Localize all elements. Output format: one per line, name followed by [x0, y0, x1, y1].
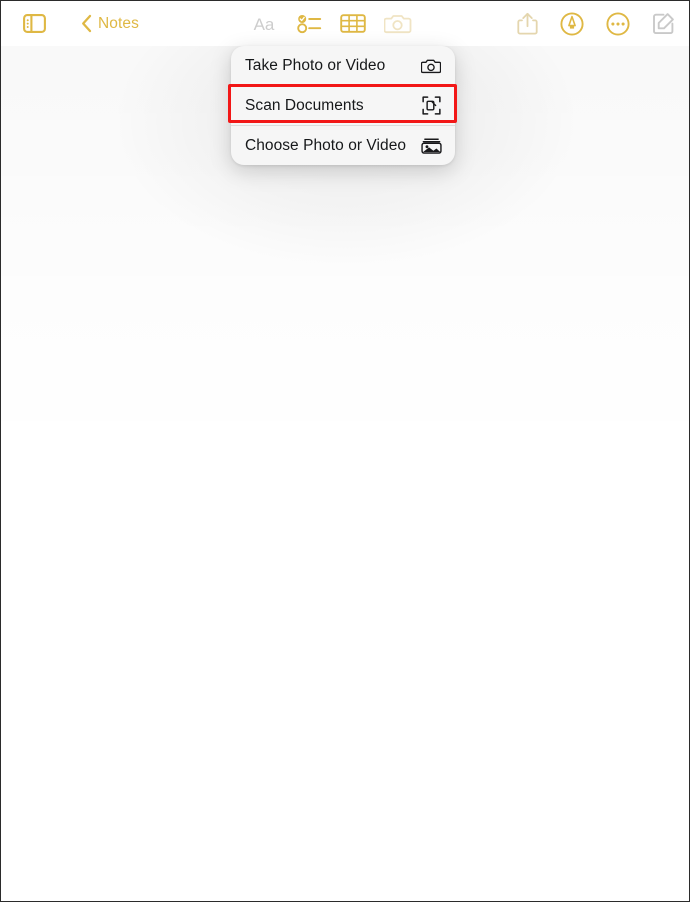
menu-item-take-photo-or-video[interactable]: Take Photo or Video — [231, 46, 455, 85]
sidebar-icon — [22, 14, 46, 33]
notes-app-window: Notes Aa Take Photo or Video Scan Docume… — [0, 0, 690, 902]
photo-library-icon — [420, 135, 442, 157]
menu-item-label: Scan Documents — [245, 96, 364, 114]
camera-attachment-menu: Take Photo or Video Scan Documents Choos… — [231, 46, 455, 165]
menu-item-label: Take Photo or Video — [245, 56, 386, 74]
checklist-icon — [297, 15, 322, 34]
table-button[interactable] — [340, 7, 366, 41]
camera-icon — [420, 55, 442, 77]
document-scanner-icon — [420, 95, 442, 117]
ellipsis-circle-icon — [606, 11, 630, 36]
sidebar-toggle-button[interactable] — [17, 7, 51, 41]
compose-new-note-button[interactable] — [652, 7, 675, 41]
menu-item-choose-photo-or-video[interactable]: Choose Photo or Video — [231, 126, 455, 165]
camera-attachment-button[interactable] — [384, 7, 412, 41]
more-options-button[interactable] — [606, 7, 630, 41]
menu-item-scan-documents[interactable]: Scan Documents — [231, 86, 455, 125]
markup-button[interactable] — [560, 7, 584, 41]
toolbar-center-group: Aa — [249, 1, 412, 46]
table-icon — [340, 14, 366, 33]
share-icon — [517, 12, 538, 35]
checklist-button[interactable] — [297, 7, 322, 41]
chevron-left-icon — [82, 14, 92, 33]
toolbar-right-group — [517, 1, 675, 46]
markup-pen-circle-icon — [560, 11, 584, 36]
aa-format-icon: Aa — [254, 15, 275, 34]
back-button-label: Notes — [98, 14, 139, 32]
compose-icon — [653, 13, 674, 35]
format-text-button[interactable]: Aa — [249, 7, 279, 41]
camera-icon — [384, 14, 412, 33]
menu-item-label: Choose Photo or Video — [245, 136, 407, 154]
share-button[interactable] — [517, 7, 538, 41]
back-to-notes-button[interactable]: Notes — [77, 7, 143, 41]
svg-text:Aa: Aa — [254, 15, 275, 34]
toolbar-left-group: Notes — [1, 7, 143, 41]
note-editor-canvas[interactable] — [2, 46, 688, 900]
top-toolbar: Notes Aa — [1, 1, 689, 46]
